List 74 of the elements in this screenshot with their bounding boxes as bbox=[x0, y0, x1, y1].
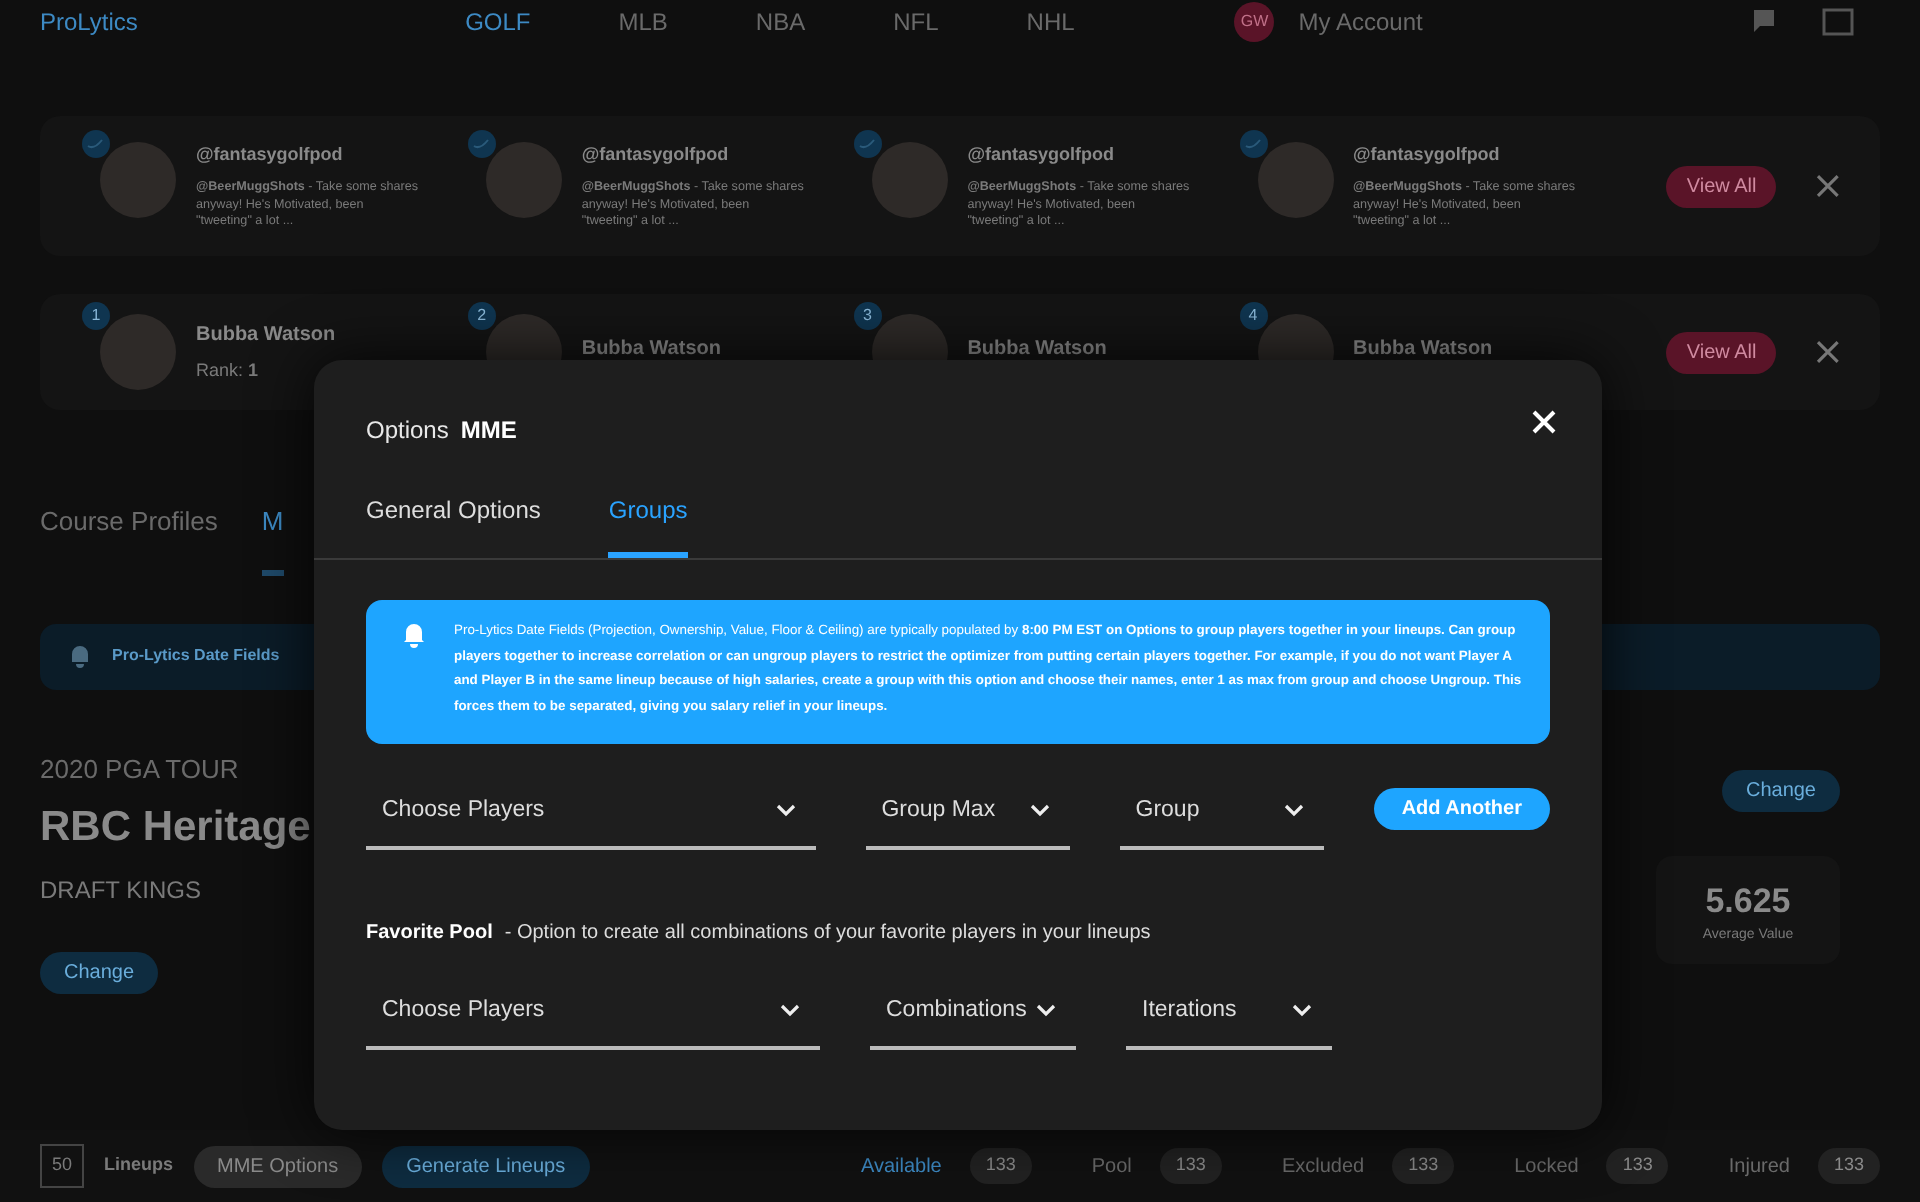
close-icon[interactable] bbox=[1532, 410, 1556, 434]
section-description: - Option to create all combinations of your favorite players in your lineups bbox=[504, 920, 1151, 948]
nav-link[interactable]: GOLF bbox=[465, 4, 531, 40]
dropdown[interactable]: Combinations bbox=[870, 994, 1076, 1051]
dropdown[interactable]: Choose Players bbox=[366, 994, 820, 1051]
close-icon bbox=[1816, 340, 1841, 364]
chevron-down-icon bbox=[1036, 1004, 1056, 1019]
rank-badge: 1 bbox=[82, 302, 110, 330]
rank-badge: 2 bbox=[467, 302, 496, 330]
chevron-down-icon bbox=[780, 1004, 800, 1019]
count-badge: 133 bbox=[969, 1148, 1032, 1184]
filter-tab[interactable]: Available bbox=[860, 1151, 942, 1181]
event-title: RBC Heritage bbox=[40, 802, 311, 854]
toolbar-button[interactable]: MME Options bbox=[193, 1145, 363, 1187]
avatar-circle[interactable]: GW bbox=[1234, 2, 1275, 42]
bird-badge-icon bbox=[467, 129, 496, 157]
dropdown[interactable]: Iterations bbox=[1126, 994, 1332, 1051]
player-name[interactable]: Bubba Watson bbox=[1353, 333, 1493, 363]
chevron-down-icon bbox=[1292, 1004, 1312, 1019]
toolbar-button[interactable]: Generate Lineups bbox=[382, 1145, 590, 1187]
site-label: DRAFT KINGS bbox=[40, 873, 203, 907]
dropdown[interactable]: Group bbox=[1119, 793, 1324, 850]
count-field[interactable]: 50 bbox=[40, 1144, 84, 1188]
modal-title: Options bbox=[366, 414, 449, 448]
bird-badge-icon bbox=[82, 129, 110, 157]
filter-tab[interactable]: Injured bbox=[1728, 1151, 1790, 1181]
chevron-down-icon bbox=[1029, 803, 1050, 818]
bell-icon bbox=[68, 644, 92, 668]
account-link[interactable]: My Account bbox=[1298, 4, 1423, 40]
rank-badge: 3 bbox=[853, 302, 882, 330]
tweet-handle[interactable]: @fantasygolfpod bbox=[196, 141, 420, 168]
modal-tab[interactable]: General Options bbox=[366, 492, 541, 558]
count-badge: 133 bbox=[1817, 1148, 1880, 1184]
logo[interactable]: ProLytics bbox=[40, 4, 138, 40]
page-tab[interactable]: M bbox=[261, 502, 284, 575]
season-label: 2020 PGA TOUR bbox=[40, 751, 241, 787]
nav-link[interactable]: NHL bbox=[1026, 4, 1075, 40]
bird-badge-icon bbox=[1239, 129, 1268, 157]
bird-badge-icon bbox=[853, 129, 882, 157]
dropdown[interactable]: Choose Players bbox=[366, 793, 816, 850]
stat-value: 5.625 bbox=[1705, 879, 1791, 923]
change-button[interactable]: Change bbox=[1721, 769, 1840, 811]
player-name[interactable]: Bubba Watson bbox=[196, 319, 336, 350]
rank-badge: 4 bbox=[1239, 302, 1268, 330]
chevron-down-icon bbox=[1283, 803, 1304, 818]
modal-tab[interactable]: Groups bbox=[608, 492, 688, 558]
page-tab[interactable]: Course Profiles bbox=[40, 502, 218, 575]
add-another-button[interactable]: Add Another bbox=[1373, 788, 1550, 830]
nav-link[interactable]: MLB bbox=[618, 4, 668, 40]
filter-tab[interactable]: Locked bbox=[1514, 1151, 1579, 1181]
tweet-handle[interactable]: @fantasygolfpod bbox=[967, 141, 1192, 168]
nav-link[interactable]: NFL bbox=[893, 4, 939, 40]
change-button[interactable]: Change bbox=[40, 951, 159, 993]
count-badge: 133 bbox=[1159, 1148, 1222, 1184]
tweet-handle[interactable]: @fantasygolfpod bbox=[1353, 141, 1578, 168]
view-all-button[interactable]: View All bbox=[1666, 165, 1777, 207]
player-name[interactable]: Bubba Watson bbox=[967, 333, 1107, 363]
alert-text: Pro-Lytics Date Fields bbox=[112, 644, 280, 668]
tweet-handle[interactable]: @fantasygolfpod bbox=[581, 141, 806, 168]
bell-icon bbox=[402, 622, 426, 648]
filter-tab[interactable]: Excluded bbox=[1281, 1151, 1365, 1181]
count-label: Lineups bbox=[104, 1152, 174, 1179]
view-all-button[interactable]: View All bbox=[1666, 331, 1777, 373]
nav-link[interactable]: NBA bbox=[755, 4, 806, 40]
player-name[interactable]: Bubba Watson bbox=[581, 333, 721, 363]
section-label: Favorite Pool bbox=[366, 920, 493, 948]
filter-tab[interactable]: Pool bbox=[1091, 1151, 1132, 1181]
count-badge: 133 bbox=[1606, 1148, 1669, 1184]
chevron-down-icon bbox=[775, 803, 796, 818]
close-icon bbox=[1816, 174, 1841, 198]
player-rank: Rank: 1 bbox=[196, 357, 261, 384]
dropdown[interactable]: Group Max bbox=[865, 793, 1070, 850]
modal-title-mode: MME bbox=[460, 414, 517, 448]
count-badge: 133 bbox=[1392, 1148, 1455, 1184]
